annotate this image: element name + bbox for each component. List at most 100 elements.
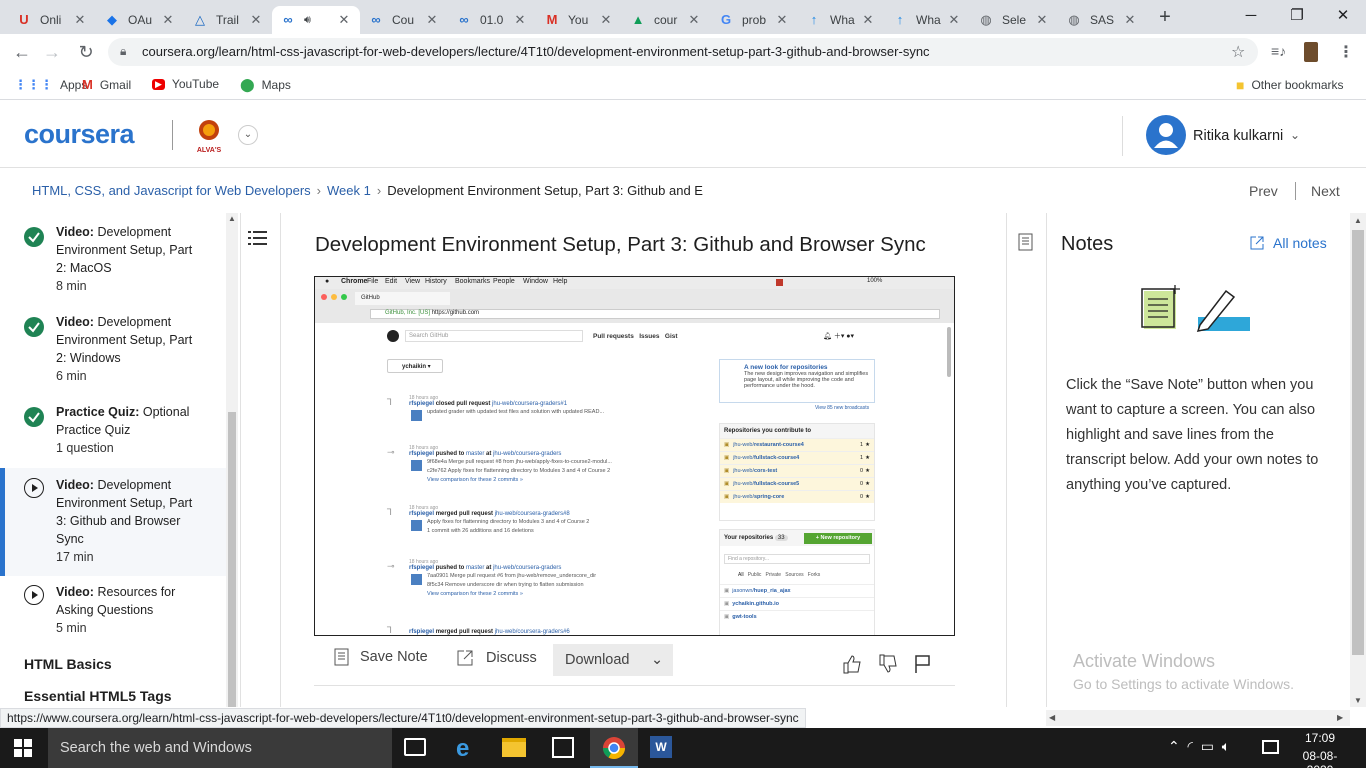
notes-hscrollbar[interactable] (1046, 710, 1350, 726)
hscroll-left-icon[interactable]: ◀ (1049, 713, 1055, 722)
url-text[interactable]: coursera.org/learn/html-css-javascript-f… (142, 44, 930, 59)
repo-org: jhu-web/ (733, 442, 754, 448)
coursera-logo[interactable]: coursera (24, 119, 135, 150)
hscroll-right-icon[interactable]: ▶ (1337, 713, 1343, 722)
transcript-toggle-icon[interactable] (248, 228, 268, 253)
tab-close-icon[interactable]: ✕ (248, 12, 264, 28)
browser-tab[interactable]: ∞ 🔊︎ ✕ (272, 6, 360, 34)
tab-close-icon[interactable]: ✕ (774, 12, 790, 28)
download-dropdown[interactable]: Download ⌄ (553, 644, 673, 676)
browser-tab[interactable]: ↑ Wha ✕ (798, 6, 884, 34)
save-note-button[interactable]: Save Note (334, 648, 428, 666)
browser-menu-icon[interactable]: ⋮ (1338, 42, 1354, 62)
user-avatar-icon[interactable] (1146, 115, 1186, 155)
section-html5-tags[interactable]: Essential HTML5 Tags (24, 688, 172, 704)
feed-action: merged pull request (435, 511, 494, 517)
browser-tab[interactable]: U Onli ✕ (8, 6, 96, 34)
bookmark-star-icon[interactable]: ☆ (1231, 42, 1245, 62)
flag-icon[interactable] (914, 654, 932, 679)
tab-close-icon[interactable]: ✕ (946, 12, 962, 28)
page-scroll-thumb[interactable] (1352, 230, 1364, 655)
restore-button[interactable]: ❐ (1274, 0, 1320, 32)
sidebar-item-windows[interactable]: Video: Development Environment Setup, Pa… (0, 313, 226, 403)
back-icon[interactable]: ← (8, 38, 36, 66)
browser-tab[interactable]: ∞ Cou ✕ (360, 6, 448, 34)
dislike-icon[interactable] (878, 654, 898, 679)
forward-icon[interactable]: → (38, 38, 66, 66)
minimize-button[interactable]: ─ (1228, 0, 1274, 32)
media-control-icon[interactable]: ≡♪ (1271, 43, 1286, 59)
tab-close-icon[interactable]: ✕ (72, 12, 88, 28)
breadcrumb-week-link[interactable]: Week 1 (327, 183, 371, 198)
video-player[interactable]: ● Chrome File Edit View History Bookmarks Peop… (314, 276, 955, 636)
tab-close-icon[interactable]: ✕ (860, 12, 876, 28)
bookmark-apps[interactable]: ⋮⋮⋮ Apps (14, 77, 87, 93)
other-bookmarks[interactable]: ■ Other bookmarks (1236, 77, 1344, 93)
tab-close-icon[interactable]: ✕ (686, 12, 702, 28)
browser-tab[interactable]: Gprob ✕ (710, 6, 798, 34)
clock-date[interactable]: 08-08-2020 (1290, 749, 1350, 777)
file-explorer-icon[interactable] (502, 738, 526, 757)
user-menu-chevron-icon[interactable]: ⌄ (1290, 128, 1300, 142)
clock-time[interactable]: 17:09 (1292, 731, 1348, 745)
browser-tab[interactable]: ◍ Sele ✕ (970, 6, 1058, 34)
discuss-button[interactable]: Discuss (456, 649, 537, 667)
browser-tab[interactable]: ↑ Wha ✕ (884, 6, 970, 34)
tab-audio-icon[interactable]: 🔊︎ (304, 14, 311, 27)
browser-tab[interactable]: ◍ SAS ✕ (1058, 6, 1146, 34)
user-name[interactable]: Ritika kulkarni (1193, 128, 1283, 144)
word-icon[interactable]: W (650, 736, 672, 758)
prev-link[interactable]: Prev (1249, 183, 1278, 199)
section-html-basics[interactable]: HTML Basics (24, 656, 112, 672)
chevron-up-icon[interactable]: ⌃ (1168, 738, 1180, 754)
reload-icon[interactable]: ↻ (72, 38, 100, 66)
partner-dropdown-icon[interactable]: ⌄ (238, 125, 258, 145)
like-icon[interactable] (842, 654, 862, 679)
windows-start-icon[interactable] (14, 739, 32, 762)
profile-avatar-icon[interactable] (1304, 42, 1318, 62)
scroll-up-icon[interactable]: ▲ (228, 214, 236, 223)
bookmark-gmail[interactable]: M Gmail (82, 77, 131, 92)
bookmark-maps[interactable]: ⬤ Maps (240, 77, 291, 93)
tab-close-icon[interactable]: ✕ (160, 12, 176, 28)
new-tab-button[interactable]: + (1152, 4, 1178, 30)
tab-close-icon[interactable]: ✕ (424, 12, 440, 28)
notes-heading: Notes (1061, 233, 1114, 255)
edge-icon[interactable]: e (456, 735, 469, 763)
close-window-button[interactable]: ✕ (1320, 0, 1366, 32)
browser-tab[interactable]: △ Trail ✕ (184, 6, 272, 34)
browser-tab[interactable]: ∞ 01.0 ✕ (448, 6, 536, 34)
sidebar-item-resources[interactable]: Video: Resources for Asking Questions 5 … (0, 583, 226, 643)
scroll-up-arrow-icon[interactable]: ▲ (1354, 216, 1362, 225)
task-view-icon[interactable] (404, 738, 426, 756)
wifi-icon[interactable]: ◜ (1188, 738, 1193, 754)
browser-tab[interactable]: ▲ cour ✕ (622, 6, 710, 34)
lock-icon[interactable]: 🔒︎ (120, 44, 126, 59)
tab-close-icon[interactable]: ✕ (598, 12, 614, 28)
notification-icon[interactable] (1262, 740, 1279, 754)
browser-tab[interactable]: ◆ OAu ✕ (96, 6, 184, 34)
scroll-down-arrow-icon[interactable]: ▼ (1354, 696, 1362, 705)
notes-panel-icon[interactable] (1018, 233, 1034, 256)
store-icon[interactable] (552, 737, 574, 758)
sidebar-scroll-thumb[interactable] (228, 412, 236, 707)
all-notes-link[interactable]: All notes (1250, 235, 1327, 251)
sidebar-item-github-sync[interactable]: Video: Development Environment Setup, Pa… (0, 468, 226, 576)
tab-title: Wha (916, 13, 941, 27)
tab-close-icon[interactable]: ✕ (1034, 12, 1050, 28)
taskbar-search[interactable]: Search the web and Windows (48, 728, 392, 768)
chrome-taskbar-icon[interactable] (590, 728, 638, 768)
sidebar-item-practice-quiz[interactable]: Practice Quiz: Optional Practice Quiz 1 … (0, 403, 226, 475)
battery-icon[interactable]: ▭ (1201, 738, 1214, 754)
browser-tab[interactable]: M You ✕ (536, 6, 622, 34)
bookmark-youtube[interactable]: ▶ YouTube (152, 77, 219, 91)
notes-empty-text: Click the “Save Note” button when you wa… (1066, 377, 1319, 493)
next-link[interactable]: Next (1311, 183, 1340, 199)
sidebar-item-macos[interactable]: Video: Development Environment Setup, Pa… (0, 223, 226, 313)
volume-icon[interactable]: 🔈︎ (1222, 738, 1230, 754)
partner-logo[interactable]: ALVA'S (194, 118, 224, 154)
tab-close-icon[interactable]: ✕ (336, 12, 352, 28)
tab-close-icon[interactable]: ✕ (512, 12, 528, 28)
tab-close-icon[interactable]: ✕ (1122, 12, 1138, 28)
breadcrumb-course-link[interactable]: HTML, CSS, and Javascript for Web Develo… (32, 183, 311, 198)
